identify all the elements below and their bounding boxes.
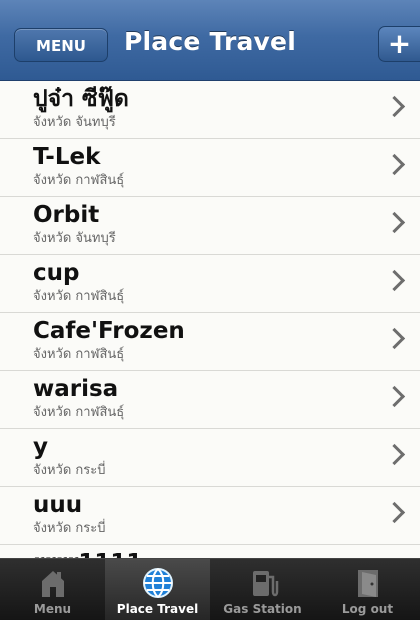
place-name: ปูจ๋า ซีฟู๊ด [33, 86, 129, 112]
logout-door-icon [351, 567, 385, 599]
chevron-right-icon [383, 443, 406, 466]
place-province: จังหวัด กาฬสินธุ์ [33, 405, 125, 420]
list-item[interactable]: T-Lek จังหวัด กาฬสินธุ์ [0, 139, 420, 197]
place-list: ปูจ๋า ซีฟู๊ด จังหวัด จันทบุรี T-Lek จังห… [0, 81, 420, 561]
place-name: uuu [33, 492, 83, 518]
gas-pump-icon [246, 567, 280, 599]
place-name: T-Lek [33, 144, 101, 170]
list-item[interactable]: cup จังหวัด กาฬสินธุ์ [0, 255, 420, 313]
chevron-right-icon [383, 211, 406, 234]
tab-label: Log out [341, 602, 394, 616]
tab-gas-station[interactable]: Gas Station [210, 559, 315, 620]
place-province: จังหวัด กาฬสินธุ์ [33, 347, 125, 362]
place-province: จังหวัด จันทบุรี [33, 231, 116, 246]
home-icon [36, 567, 70, 599]
add-place-button[interactable]: + [378, 26, 420, 62]
list-item[interactable]: Cafe'Frozen จังหวัด กาฬสินธุ์ [0, 313, 420, 371]
place-name: y [33, 434, 48, 460]
chevron-right-icon [383, 95, 406, 118]
place-province: จังหวัด กาฬสินธุ์ [33, 289, 125, 304]
list-item[interactable]: Orbit จังหวัด จันทบุรี [0, 197, 420, 255]
page-title: Place Travel [124, 27, 296, 56]
chevron-right-icon [383, 501, 406, 524]
chevron-right-icon [383, 385, 406, 408]
bottom-tab-bar: Menu Place Travel Gas Station Log out [0, 558, 420, 620]
list-item[interactable]: warisa จังหวัด กาฬสินธุ์ [0, 371, 420, 429]
tab-label: Place Travel [116, 602, 199, 616]
place-province: จังหวัด จันทบุรี [33, 115, 116, 130]
place-name: cup [33, 260, 80, 286]
place-province: จังหวัด กระบี่ [33, 463, 106, 478]
place-province: จังหวัด กระบี่ [33, 521, 106, 536]
place-name: warisa [33, 376, 119, 402]
tab-place-travel[interactable]: Place Travel [105, 559, 210, 620]
globe-icon [141, 567, 175, 599]
chevron-right-icon [383, 327, 406, 350]
list-item[interactable]: y จังหวัด กระบี่ [0, 429, 420, 487]
tab-logout[interactable]: Log out [315, 559, 420, 620]
place-name: Orbit [33, 202, 100, 228]
list-item[interactable]: uuu จังหวัด กระบี่ [0, 487, 420, 545]
place-province: จังหวัด กาฬสินธุ์ [33, 173, 125, 188]
app-screen: MENU Place Travel + ปูจ๋า ซีฟู๊ด จังหวัด… [0, 0, 420, 620]
chevron-right-icon [383, 153, 406, 176]
tab-label: Gas Station [223, 602, 302, 616]
list-item[interactable]: ปูจ๋า ซีฟู๊ด จังหวัด จันทบุรี [0, 81, 420, 139]
place-name: Cafe'Frozen [33, 318, 185, 344]
tab-menu[interactable]: Menu [0, 559, 105, 620]
tab-label: Menu [33, 602, 72, 616]
chevron-right-icon [383, 269, 406, 292]
navigation-bar: MENU Place Travel + [0, 0, 420, 81]
